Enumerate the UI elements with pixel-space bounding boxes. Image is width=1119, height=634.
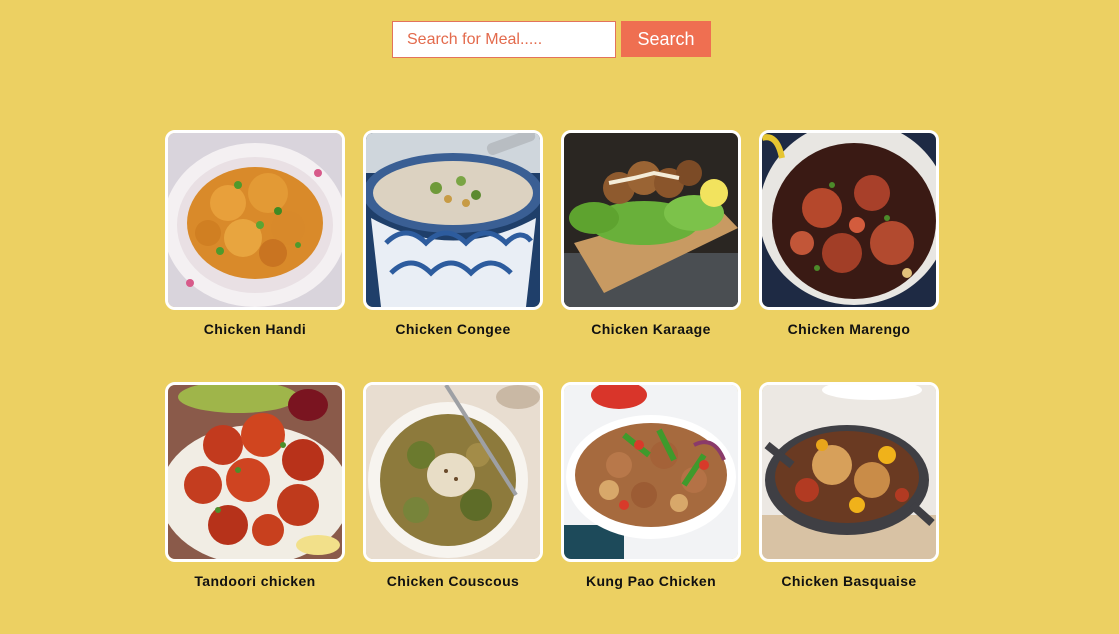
meal-image[interactable]	[363, 130, 543, 310]
meal-card[interactable]: Chicken Handi	[165, 130, 345, 382]
meal-title: Tandoori chicken	[194, 573, 316, 589]
meal-title: Chicken Congee	[395, 321, 511, 337]
meal-title: Kung Pao Chicken	[585, 573, 717, 589]
meal-image[interactable]	[759, 382, 939, 562]
meal-image[interactable]	[165, 130, 345, 310]
meal-card[interactable]: Chicken Congee	[363, 130, 543, 382]
search-button[interactable]: Search	[621, 21, 711, 57]
meal-card[interactable]: Chicken Marengo	[759, 130, 939, 382]
meal-card[interactable]: Chicken Couscous	[363, 382, 543, 634]
search-bar: Search	[392, 21, 711, 58]
meal-title: Chicken Couscous	[386, 573, 520, 589]
meal-title: Chicken Marengo	[787, 321, 911, 337]
meal-card[interactable]: Chicken Basquaise	[759, 382, 939, 634]
meal-title: Chicken Karaage	[591, 321, 711, 337]
meal-card[interactable]: Chicken Karaage	[561, 130, 741, 382]
meal-image[interactable]	[561, 130, 741, 310]
meal-card[interactable]: Tandoori chicken	[165, 382, 345, 634]
meal-title: Chicken Basquaise	[781, 573, 917, 589]
meal-card[interactable]: Kung Pao Chicken	[561, 382, 741, 634]
meal-image[interactable]	[759, 130, 939, 310]
meal-image[interactable]	[363, 382, 543, 562]
meal-image[interactable]	[561, 382, 741, 562]
meal-title: Chicken Handi	[203, 321, 307, 337]
search-input[interactable]	[392, 21, 616, 58]
meal-grid: Chicken Handi Chicken Congee Chicken Kar…	[165, 130, 939, 634]
meal-image[interactable]	[165, 382, 345, 562]
